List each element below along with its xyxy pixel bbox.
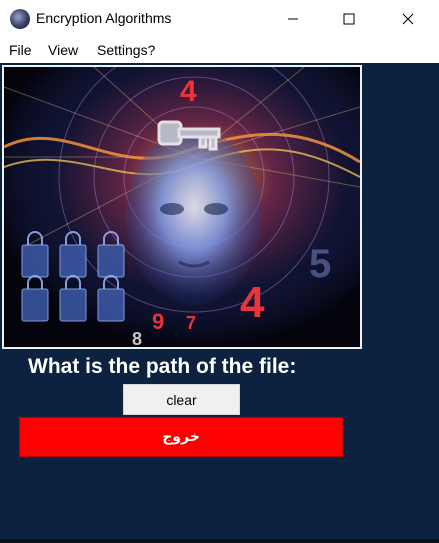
window-title: Encryption Algorithms xyxy=(36,10,172,26)
menu-bar: File View Settings? xyxy=(0,37,439,63)
close-icon xyxy=(402,13,414,24)
clear-button[interactable]: clear xyxy=(123,384,240,415)
numeral-glyph: 9 xyxy=(152,309,164,334)
minimize-icon xyxy=(288,18,298,19)
file-path-prompt: What is the path of the file: xyxy=(28,355,297,378)
encryption-banner-image: 4 5 4 9 7 8 xyxy=(2,65,362,349)
menu-file[interactable]: File xyxy=(9,42,32,58)
bottom-edge-strip xyxy=(0,539,439,543)
numeral-glyph: 7 xyxy=(186,313,196,333)
menu-settings[interactable]: Settings? xyxy=(97,42,155,58)
menu-view[interactable]: View xyxy=(48,42,78,58)
exit-button[interactable]: خروج xyxy=(19,417,343,457)
maximize-icon xyxy=(343,13,355,24)
numeral-glyph: 4 xyxy=(180,75,197,108)
app-window: Encryption Algorithms File View Settings… xyxy=(0,0,439,543)
minimize-button[interactable] xyxy=(270,0,316,37)
numeral-glyph: 8 xyxy=(132,329,142,347)
encryption-head-illustration: 4 5 4 9 7 8 xyxy=(4,67,360,347)
main-panel: 4 5 4 9 7 8 What is the path of the file… xyxy=(0,63,439,543)
close-button[interactable] xyxy=(385,0,431,37)
maximize-button[interactable] xyxy=(326,0,372,37)
numeral-glyph: 4 xyxy=(240,278,265,327)
numeral-glyph: 5 xyxy=(309,242,331,286)
app-globe-icon xyxy=(10,9,30,29)
title-bar[interactable]: Encryption Algorithms xyxy=(0,0,439,37)
